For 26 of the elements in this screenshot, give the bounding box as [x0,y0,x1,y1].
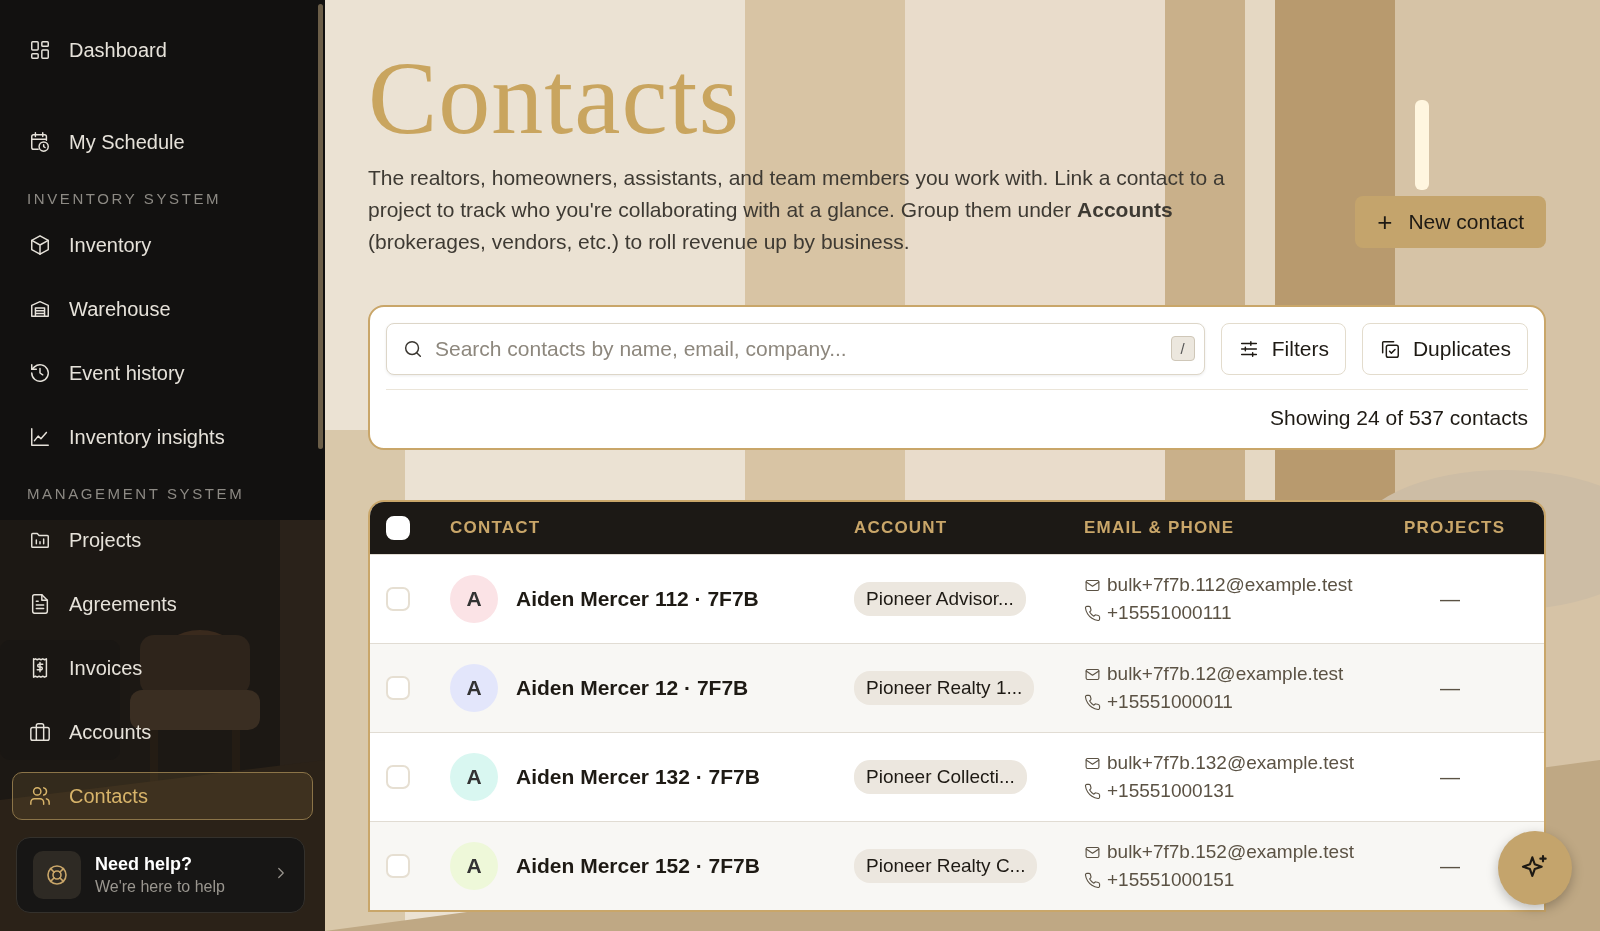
sidebar-item[interactable]: Projects [12,516,313,564]
sidebar-item[interactable]: Dashboard [12,26,313,74]
help-title: Need help? [95,854,193,875]
sidebar-item[interactable]: Accounts [12,708,313,756]
sidebar-item[interactable]: Invoices [12,644,313,692]
cube-icon [29,234,51,256]
line-chart-icon [29,426,51,448]
sidebar-item[interactable]: Inventory [12,221,313,269]
history-icon [29,362,51,384]
sidebar-item[interactable]: Agreements [12,580,313,628]
briefcase-icon [29,721,51,743]
lifebuoy-icon [45,863,69,887]
sidebar-item[interactable]: Event history [12,349,313,397]
users-icon [29,785,51,807]
sidebar-item[interactable]: Inventory insights [12,413,313,461]
section-heading: MANAGEMENT SYSTEM [26,484,246,504]
sidebar-item[interactable]: Warehouse [12,285,313,333]
sidebar-item[interactable]: Contacts [12,772,313,820]
help-card[interactable]: Need help? We're here to help [16,837,305,913]
calendar-icon [29,131,51,153]
document-icon [29,593,51,615]
section-heading: INVENTORY SYSTEM [26,189,223,209]
help-subtitle: We're here to help [95,878,226,896]
warehouse-icon [29,298,51,320]
sidebar-item[interactable]: My Schedule [12,118,313,166]
grid-icon [29,39,51,61]
